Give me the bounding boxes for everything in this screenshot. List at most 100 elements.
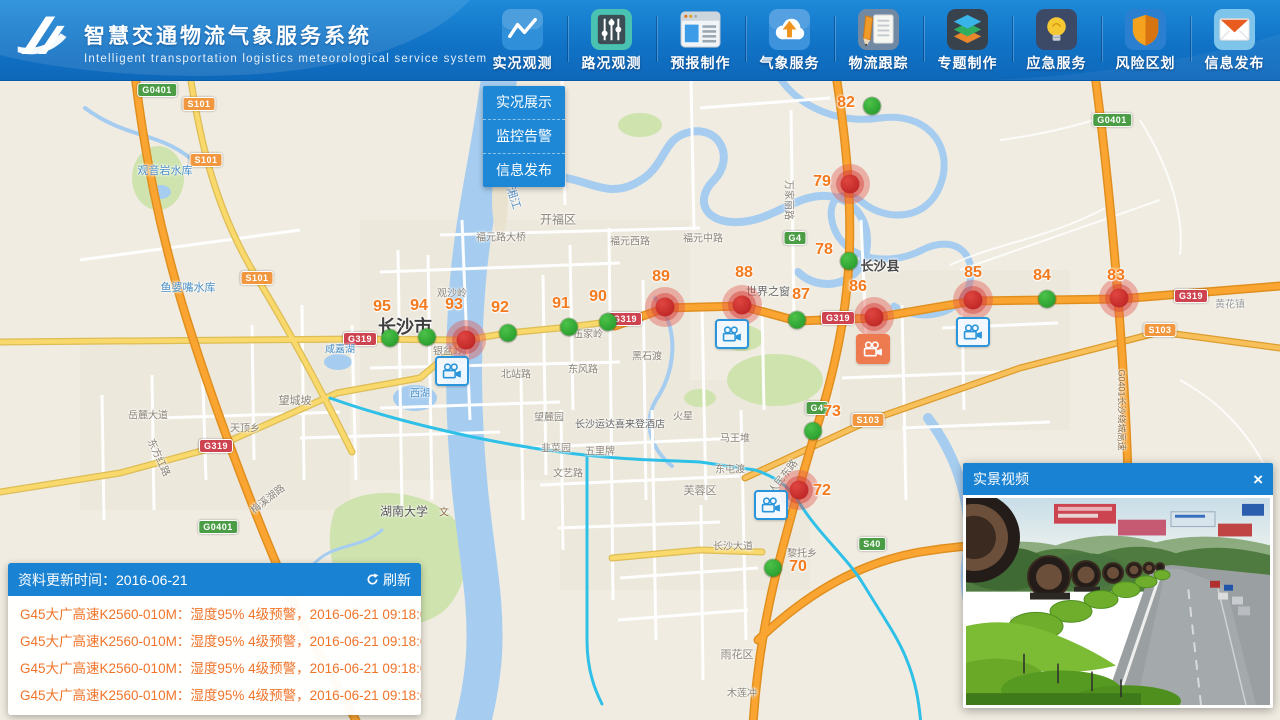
station-marker-90[interactable] — [600, 314, 617, 331]
video-camera-icon[interactable] — [435, 356, 469, 386]
alert-panel: 资料更新时间：2016-06-21 刷新 G45大广高速K2560-010M：湿… — [8, 563, 421, 715]
alert-row: G45大广高速K2560-010M：湿度95% 4级预警，2016-06-21 … — [8, 682, 421, 709]
app-logo-icon — [14, 8, 74, 70]
station-marker-86-alert[interactable] — [854, 297, 894, 337]
nav-item-label: 风险区划 — [1116, 53, 1176, 73]
nav-item-实况观测[interactable]: 实况观测 — [478, 0, 567, 80]
map-place-label: 鱼婆嘴水库 — [161, 279, 216, 295]
map-place-label: 长沙大道 — [713, 538, 753, 553]
brand: 智慧交通物流气象服务系统 Intelligent transportation … — [14, 8, 487, 70]
traffic-video-frame — [966, 498, 1270, 705]
map-place-label: 长沙县 — [860, 256, 899, 275]
map-place-label: 福元中路 — [683, 230, 723, 245]
road-shield: G319 — [821, 311, 855, 325]
nav-item-风险区划[interactable]: 风险区划 — [1101, 0, 1190, 80]
dropdown-item-监控告警[interactable]: 监控告警 — [483, 119, 565, 153]
nav-item-应急服务[interactable]: 应急服务 — [1012, 0, 1101, 80]
close-icon[interactable]: × — [1253, 471, 1263, 488]
station-marker-94[interactable] — [419, 329, 436, 346]
station-marker-83-alert[interactable] — [1099, 278, 1139, 318]
nav-item-专题制作[interactable]: 专题制作 — [923, 0, 1012, 80]
alert-row: G45大广高速K2560-010M：湿度95% 4级预警，2016-06-21 … — [8, 655, 421, 682]
station-marker-84[interactable] — [1039, 291, 1056, 308]
station-marker-label: 78 — [815, 241, 833, 259]
nav-item-气象服务[interactable]: 气象服务 — [745, 0, 834, 80]
road-shield: S103 — [851, 413, 884, 427]
station-marker-82[interactable] — [864, 98, 881, 115]
bulb-icon — [1035, 8, 1078, 51]
refresh-button[interactable]: 刷新 — [366, 570, 411, 590]
video-camera-icon[interactable] — [715, 319, 749, 349]
station-marker-label: 94 — [410, 297, 428, 315]
map-place-label: 五里牌 — [585, 443, 615, 458]
map-place-label: 东方红路 — [145, 436, 175, 479]
dropdown-item-信息发布[interactable]: 信息发布 — [483, 153, 565, 187]
station-marker-70[interactable] — [765, 560, 782, 577]
station-marker-87[interactable] — [789, 312, 806, 329]
map-place-label: 文 — [439, 504, 449, 519]
trend-chart-icon — [501, 8, 544, 51]
map-place-label: 火星 — [673, 408, 693, 423]
station-marker-label: 79 — [813, 173, 831, 191]
alert-row: G45大广高速K2560-010M：湿度95% 4级预警，2016-06-21 … — [8, 601, 421, 628]
map-place-label: 望麓园 — [534, 409, 564, 424]
nav-item-label: 气象服务 — [760, 53, 820, 73]
video-camera-icon[interactable] — [856, 334, 890, 364]
station-marker-label: 92 — [491, 299, 509, 317]
road-shield: G0401 — [1092, 113, 1132, 127]
station-marker-78[interactable] — [841, 253, 858, 270]
nav-item-label: 预报制作 — [671, 53, 731, 73]
nav-item-信息发布[interactable]: 信息发布 — [1190, 0, 1279, 80]
map-place-label: 福元路大桥 — [476, 229, 526, 244]
station-marker-label: 89 — [652, 268, 670, 286]
main-nav: 实况观测路况观测预报制作 气象服务物流跟踪专题制作应急服务风险区划信息发布 — [478, 0, 1280, 80]
road-shield: G319 — [343, 332, 377, 346]
station-marker-95[interactable] — [382, 330, 399, 347]
app-subtitle: Intelligent transportation logistics met… — [84, 53, 487, 65]
road-shield: S103 — [1143, 323, 1176, 337]
road-shield: G319 — [199, 439, 233, 453]
station-marker-85-alert[interactable] — [953, 280, 993, 320]
road-shield: S101 — [240, 271, 273, 285]
map-place-label: 天顶乡 — [230, 420, 260, 435]
map-place-label: 开福区 — [540, 211, 576, 228]
cloud-upload-icon — [768, 8, 811, 51]
forecast-doc-icon — [679, 8, 722, 51]
video-camera-icon[interactable] — [754, 490, 788, 520]
alert-row: G45大广高速K2560-010M：湿度95% 4级预警，2016-06-21 … — [8, 628, 421, 655]
live-observation-dropdown: 实况展示监控告警信息发布 — [483, 86, 565, 187]
video-camera-icon[interactable] — [956, 317, 990, 347]
station-marker-89-alert[interactable] — [645, 287, 685, 327]
alert-panel-header: 资料更新时间：2016-06-21 刷新 — [8, 563, 421, 596]
station-marker-93-alert[interactable] — [446, 320, 486, 360]
alert-update-time: 资料更新时间：2016-06-21 — [18, 570, 366, 590]
map-place-label: 长沙运达喜来登酒店 — [575, 416, 665, 431]
station-marker-79-alert[interactable] — [830, 164, 870, 204]
road-shield: S40 — [858, 537, 886, 551]
road-shield: G0401 — [198, 520, 238, 534]
nav-item-预报制作[interactable]: 预报制作 — [656, 0, 745, 80]
video-panel-header: 实景视频 × — [963, 463, 1273, 495]
video-panel-title: 实景视频 — [973, 469, 1029, 489]
shield-icon — [1124, 8, 1167, 51]
road-shield: G4 — [805, 401, 828, 415]
nav-item-label: 实况观测 — [493, 53, 553, 73]
map-place-label: 岳麓大道 — [128, 407, 168, 422]
station-marker-73[interactable] — [805, 423, 822, 440]
map-place-label: 福元西路 — [610, 233, 650, 248]
nav-item-路况观测[interactable]: 路况观测 — [567, 0, 656, 80]
alert-list: G45大广高速K2560-010M：湿度95% 4级预警，2016-06-21 … — [8, 596, 421, 715]
map-place-label: 东屯渡 — [715, 461, 745, 476]
station-marker-label: 86 — [849, 278, 867, 296]
refresh-label: 刷新 — [383, 570, 411, 590]
map-place-label: 马王堆 — [720, 430, 750, 445]
nav-item-物流跟踪[interactable]: 物流跟踪 — [834, 0, 923, 80]
app-title: 智慧交通物流气象服务系统 — [84, 20, 487, 50]
map-place-label: 芙蓉区 — [684, 482, 717, 498]
station-marker-label: 88 — [735, 264, 753, 282]
dropdown-item-实况展示[interactable]: 实况展示 — [483, 86, 565, 119]
layers-icon — [946, 8, 989, 51]
station-marker-91[interactable] — [561, 319, 578, 336]
station-marker-92[interactable] — [500, 325, 517, 342]
map-place-label: 黑石渡 — [632, 348, 662, 363]
